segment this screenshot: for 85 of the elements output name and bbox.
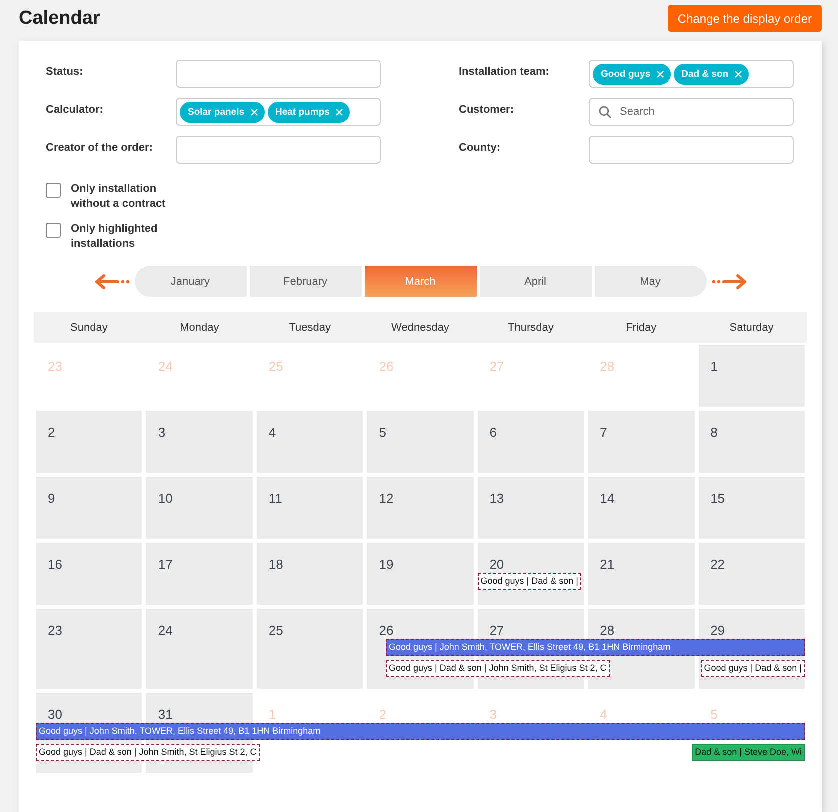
input-field[interactable]	[176, 136, 381, 164]
day-number: 2	[379, 707, 387, 722]
day-number: 3	[158, 425, 166, 440]
close-icon[interactable]	[250, 108, 258, 116]
field-label: Customer:	[459, 103, 516, 118]
day-number: 3	[490, 707, 497, 722]
page-title: Calendar	[19, 8, 100, 30]
tag-label: Good guys	[601, 68, 651, 80]
day-number: 9	[48, 491, 56, 506]
day-number: 22	[710, 557, 726, 572]
day-number: 25	[268, 359, 284, 374]
day-number: 16	[48, 557, 62, 572]
field-label: County:	[459, 141, 502, 156]
checkbox[interactable]	[46, 223, 61, 238]
day-number: 24	[158, 623, 173, 638]
day-number: 13	[490, 491, 504, 506]
checkbox[interactable]	[46, 183, 61, 198]
day-number: 8	[710, 425, 718, 440]
calendar-event[interactable]: Good guys | Dad & son | John Smith, St Eligius St 2, C	[386, 660, 610, 677]
day-number: 14	[600, 491, 615, 506]
day-number: 1	[710, 359, 718, 374]
checkbox-label: Only installation without a contract	[71, 182, 166, 212]
calendar-event[interactable]: Good guys | Dad & son |	[701, 660, 805, 677]
day-number: 19	[379, 557, 394, 572]
day-number: 31	[158, 707, 173, 722]
input-field[interactable]	[176, 60, 381, 88]
day-number: 4	[268, 425, 276, 440]
calendar-event[interactable]: Good guys | Dad & son |	[478, 573, 582, 590]
day-number: 21	[600, 557, 615, 572]
close-icon[interactable]	[656, 70, 664, 78]
day-number: 26	[379, 623, 394, 638]
weekday-label: Friday	[625, 322, 658, 334]
tag-label: Solar panels	[188, 106, 244, 118]
day-number: 20	[490, 557, 504, 572]
day-number: 6	[490, 425, 497, 440]
day-number: 11	[268, 491, 282, 506]
day-number: 5	[710, 707, 718, 722]
day-number: 15	[710, 491, 726, 506]
day-number: 23	[48, 623, 62, 638]
month-tab[interactable]: January	[134, 266, 246, 297]
search-field[interactable]: Search	[589, 98, 794, 126]
checkbox-label: Only highlighted installations	[71, 222, 159, 252]
day-number: 4	[600, 707, 608, 722]
weekday-label: Monday	[179, 322, 220, 334]
day-number: 30	[48, 707, 62, 722]
weekday-label: Thursday	[506, 322, 555, 334]
day-number: 27	[490, 623, 504, 638]
field-label: Installation team:	[459, 65, 550, 80]
field-label: Calculator:	[46, 103, 104, 118]
day-number: 29	[710, 623, 726, 638]
day-number: 28	[600, 359, 615, 374]
month-tab[interactable]: May	[594, 266, 706, 297]
calendar-event[interactable]: Good guys | Dad & son | John Smith, St Eligius St 2, C	[36, 744, 260, 761]
month-tab[interactable]: April	[480, 266, 592, 297]
tag-label: Heat pumps	[276, 106, 330, 118]
day-number: 7	[600, 425, 608, 440]
day-number: 25	[268, 623, 284, 638]
day-number: 10	[158, 491, 173, 506]
day-number: 26	[379, 359, 394, 374]
calendar-event[interactable]: Good guys | John Smith, TOWER, Ellis Street 49, B1 1HN Birmingham	[386, 639, 805, 656]
arrow-right-icon[interactable]	[712, 274, 748, 290]
field-label: Status:	[46, 65, 84, 80]
weekday-label: Wednesday	[390, 322, 450, 334]
calendar-event[interactable]: Dad & son | Steve Doe, Wi	[692, 744, 805, 761]
close-icon[interactable]	[734, 70, 742, 78]
day-number: 17	[158, 557, 173, 572]
field-label: Creator of the order:	[46, 141, 154, 156]
input-field[interactable]	[589, 136, 794, 164]
calendar-event[interactable]: Good guys | John Smith, TOWER, Ellis Street 49, B1 1HN Birmingham	[36, 723, 805, 740]
day-number: 2	[48, 425, 56, 440]
day-number: 24	[158, 359, 173, 374]
day-number: 1	[268, 707, 276, 722]
weekday-label: Sunday	[70, 322, 109, 334]
day-number: 23	[48, 359, 62, 374]
day-number: 18	[268, 557, 284, 572]
day-number: 12	[379, 491, 394, 506]
weekday-label: Saturday	[728, 322, 775, 334]
day-number: 5	[379, 425, 387, 440]
close-icon[interactable]	[336, 108, 343, 116]
arrow-left-icon[interactable]	[94, 274, 130, 290]
month-tab[interactable]: February	[250, 266, 362, 297]
day-number: 28	[600, 623, 615, 638]
day-number: 27	[490, 359, 504, 374]
tag-label: Dad & son	[682, 68, 729, 80]
weekday-label: Tuesday	[288, 322, 332, 334]
